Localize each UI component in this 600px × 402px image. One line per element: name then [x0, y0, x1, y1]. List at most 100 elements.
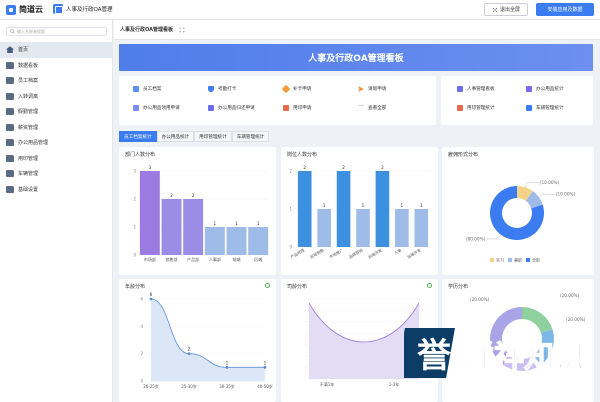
data-label: 1 — [401, 203, 404, 208]
sidebar-item-settings[interactable]: 基础设置 — [0, 182, 113, 198]
bar — [161, 199, 182, 255]
install-button[interactable]: 安装应用及数据 — [536, 3, 594, 16]
sidebar-item-label: 办公用品管理 — [18, 140, 49, 147]
exit-fullscreen-button[interactable]: 退出全屏 — [484, 3, 528, 16]
quick-link-supplies-request[interactable]: 办公用品领用申请 — [133, 105, 180, 111]
sidebar-item-dashboard[interactable]: 数据看板 — [0, 58, 113, 74]
car-icon — [526, 105, 532, 111]
link-label: 用印管理统计 — [467, 106, 495, 111]
data-label: (20.00%) — [470, 297, 490, 302]
leader-line — [486, 234, 502, 240]
bookmark-icon — [208, 86, 214, 92]
y-tick-label: 0 — [140, 379, 143, 384]
bar — [317, 209, 331, 247]
data-label: (10.00%) — [540, 180, 560, 185]
quick-link-leave-request[interactable]: 请假申请 — [358, 86, 386, 92]
legend-swatch — [490, 258, 494, 262]
bar — [226, 227, 247, 255]
search-placeholder: 输入名称来搜索 — [17, 28, 45, 34]
data-label: 1 — [264, 360, 267, 365]
legend-swatch — [526, 258, 530, 262]
sidebar-item-label: 薪资管理 — [18, 124, 39, 131]
app-logo[interactable]: 简道云 — [6, 4, 43, 15]
data-label: 3 — [148, 165, 151, 170]
bar — [395, 209, 409, 247]
dashboard-banner: 人事及行政OA管理看板 — [119, 44, 593, 71]
tab-vehicle-stats[interactable]: 车辆管理统计 — [231, 131, 270, 142]
link-supplies-stats[interactable]: 办公用品统计 — [526, 86, 564, 92]
sidebar-item-employee-files[interactable]: 员工档案 — [0, 73, 113, 89]
employ-donut-chart: (10.00%) (10.00%) (80.00%) 实习 兼职 全职 — [466, 180, 576, 262]
folder-icon — [6, 108, 14, 116]
id-card-icon — [133, 86, 139, 92]
quick-link-view-all[interactable]: ··· 查看全部 — [358, 104, 387, 112]
tag-icon — [281, 84, 291, 94]
bar — [336, 171, 351, 247]
tab-seal-stats[interactable]: 用印管理统计 — [194, 131, 232, 142]
page-title: 人事及行政OA管理看板 — [120, 27, 173, 33]
expand-icon[interactable] — [179, 27, 185, 33]
link-hr-dashboard[interactable]: 人事管理看板 — [457, 86, 495, 92]
stamp-icon — [283, 105, 289, 111]
quick-link-clock-in[interactable]: 考勤打卡 — [208, 86, 236, 92]
box-icon — [133, 105, 139, 111]
sidebar-item-seal[interactable]: 用印管理 — [0, 151, 113, 167]
sidebar-item-label: 员工档案 — [18, 78, 39, 85]
collapse-icon — [492, 7, 498, 12]
x-tick-label: 不满1年 — [320, 381, 335, 387]
y-tick-label: 2 — [133, 197, 136, 202]
x-tick-label: 市场部 — [144, 256, 156, 262]
data-label: 2 — [192, 193, 195, 198]
x-tick-label: 前端 — [233, 256, 241, 262]
quick-link-label: 查看全部 — [368, 106, 387, 111]
sidebar-item-label: 用印管理 — [18, 155, 39, 162]
quick-link-label: 考勤打卡 — [218, 87, 237, 92]
svg-text:祥祥知识: 祥祥知识 — [464, 340, 584, 375]
data-point — [149, 297, 153, 301]
data-label: 2 — [303, 165, 306, 170]
leader-line — [538, 193, 555, 198]
watermark: 誉 祥祥知识 — [396, 322, 594, 384]
folder-icon — [6, 77, 14, 85]
bar — [414, 209, 429, 247]
search-input[interactable]: 输入名称来搜索 — [6, 27, 107, 36]
dashboard-links-panel: 人事管理看板 用印管理统计 办公用品统计 车辆管理统计 — [441, 76, 593, 125]
send-icon — [358, 86, 364, 92]
bar — [375, 171, 390, 247]
x-tick-label: 25-30岁 — [181, 383, 197, 389]
sidebar-nav: 首页 数据看板 员工档案 入转调离 假勤管理 薪资管理 办公用品管理 用印管理 … — [0, 42, 113, 197]
folder-icon — [6, 123, 14, 131]
y-tick-label: 6 — [140, 297, 143, 302]
app-title: 人事及行政OA管理 — [53, 4, 113, 14]
quick-link-supplies-return[interactable]: 办公用品归还申请 — [208, 105, 255, 111]
folder-icon — [6, 170, 14, 178]
x-tick-label: 产品部 — [187, 256, 199, 262]
sidebar-item-label: 基础设置 — [18, 186, 39, 193]
quick-link-reissue-card[interactable]: 补卡申请 — [281, 84, 311, 94]
link-vehicle-stats[interactable]: 车辆管理统计 — [526, 105, 564, 111]
quick-link-employee-files[interactable]: 员工档案 — [133, 86, 161, 92]
svg-text:誉: 誉 — [417, 336, 452, 376]
quick-link-label: 用印申请 — [293, 106, 312, 111]
bar — [204, 227, 225, 255]
tab-employee-stats[interactable]: 员工档案统计 — [119, 131, 157, 142]
sidebar-item-transfers[interactable]: 入转调离 — [0, 89, 113, 105]
bar — [139, 171, 160, 255]
age-chart-card: 年龄分布 0 2 4 6 6 26-25岁 2 25-30岁 1 30-35岁 1 40-50岁 — [119, 279, 276, 402]
sidebar-item-attendance[interactable]: 假勤管理 — [0, 104, 113, 120]
x-tick-label: 市场推广 — [328, 247, 344, 259]
employ-chart-card: 雇佣形式分布 (10.00%) (10.00%) (80.00%) 实习 兼职 全职 — [442, 147, 594, 275]
sidebar-item-vehicles[interactable]: 车辆管理 — [0, 166, 113, 182]
dashboard-icon — [457, 86, 463, 92]
link-seal-stats[interactable]: 用印管理统计 — [457, 105, 495, 111]
quick-link-seal-request[interactable]: 用印申请 — [283, 105, 311, 111]
app-icon — [53, 4, 63, 14]
data-label: (80.00%) — [466, 236, 486, 241]
tab-supplies-stats[interactable]: 办公用品统计 — [156, 131, 195, 142]
sidebar-item-office-supplies[interactable]: 办公用品管理 — [0, 135, 113, 151]
y-tick-label: 1 — [133, 225, 136, 230]
home-icon — [6, 46, 14, 54]
sidebar-item-home[interactable]: 首页 — [0, 42, 113, 58]
exit-fullscreen-label: 退出全屏 — [499, 7, 520, 13]
sidebar-item-salary[interactable]: 薪资管理 — [0, 120, 113, 136]
